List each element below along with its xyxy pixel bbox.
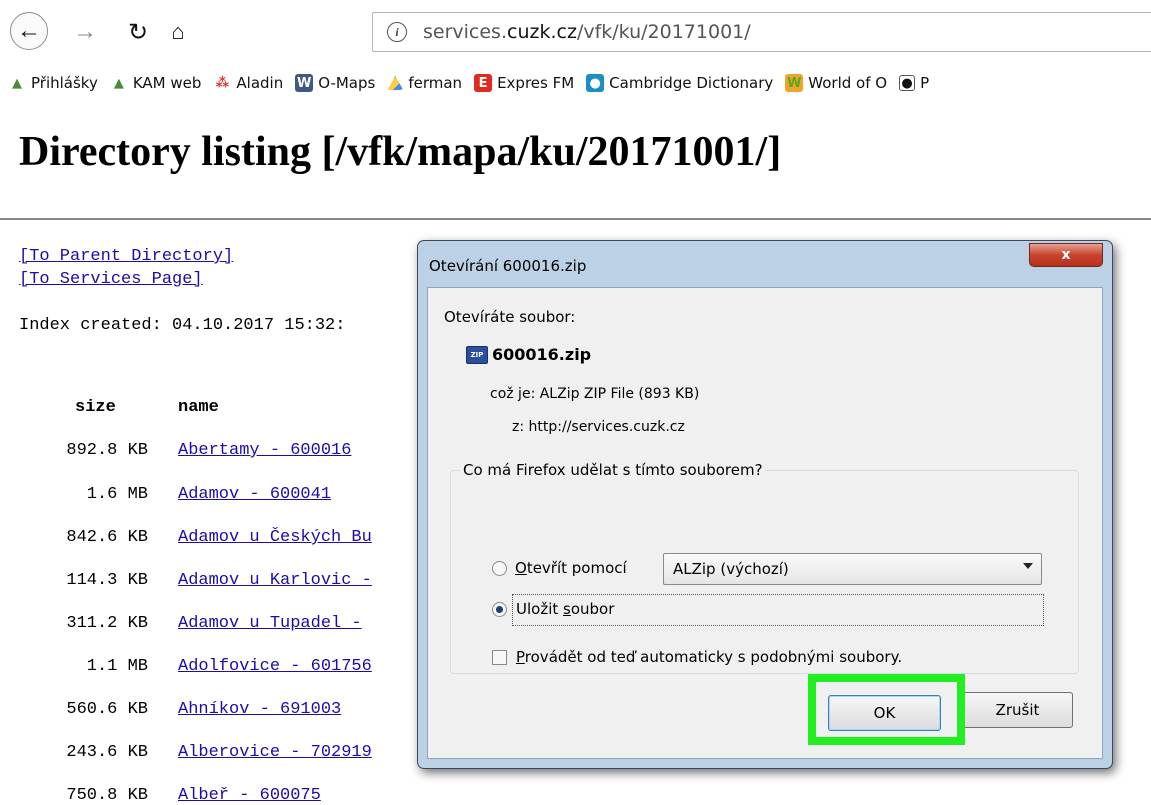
file-size: 842.6 KB <box>66 528 148 547</box>
info-icon[interactable]: i <box>387 22 407 42</box>
index-created-text: Index created: 04.10.2017 15:32: <box>19 316 346 335</box>
globe-icon: ● <box>899 75 916 91</box>
bookmark-ferman[interactable]: ferman <box>387 74 462 92</box>
file-link[interactable]: Abertamy - 600016 <box>178 441 351 460</box>
file-size: 311.2 KB <box>66 614 148 633</box>
bookmarks-bar: ▲ Přihlášky ▲ KAM web ⁂ Aladin W O-Maps ferm… <box>0 68 1151 98</box>
page-title: Directory listing [/vfk/mapa/ku/20171001… <box>19 129 782 175</box>
bookmark-prihlasky[interactable]: ▲ Přihlášky <box>8 74 98 92</box>
bookmark-p[interactable]: ● P <box>899 74 929 92</box>
url-text: services.cuzk.cz/vfk/ku/20171001/ <box>423 21 751 43</box>
expres-fm-icon: E <box>474 74 493 92</box>
zip-file-icon: ZIP <box>466 346 488 364</box>
back-arrow-icon[interactable]: ← <box>10 12 48 50</box>
file-size: 1.1 MB <box>86 657 148 676</box>
file-size: 560.6 KB <box>66 700 148 719</box>
auto-checkbox-label[interactable]: Provádět od teď automaticky s podobnými … <box>516 648 902 666</box>
file-link[interactable]: Alberovice - 702919 <box>178 743 372 762</box>
bookmark-world-of-o[interactable]: W World of O <box>785 74 887 92</box>
file-type: což je: ALZip ZIP File (893 KB) <box>490 386 700 402</box>
file-name: 600016.zip <box>492 345 592 364</box>
file-size: 750.8 KB <box>66 786 148 805</box>
aladin-icon: ⁂ <box>215 75 230 91</box>
dialog-body: Otevíráte soubor: ZIP 600016.zip což je:… <box>427 287 1103 759</box>
world-of-o-icon: W <box>785 74 804 92</box>
bookmark-aladin[interactable]: ⁂ Aladin <box>213 74 283 92</box>
divider <box>0 218 1151 220</box>
orienteering-icon: ▲ <box>12 75 22 91</box>
dialog-title: Otevírání 600016.zip <box>429 257 587 275</box>
cancel-button[interactable]: Zrušit <box>962 692 1073 728</box>
open-with-label[interactable]: Otevřít pomocí <box>515 559 627 577</box>
browser-toolbar: ← → ↻ ⌂ i services.cuzk.cz/vfk/ku/201710… <box>0 0 1151 60</box>
reload-icon[interactable]: ↻ <box>123 14 153 50</box>
chevron-down-icon <box>1023 563 1033 569</box>
size-column-header: size <box>75 398 116 417</box>
bookmark-cambridge[interactable]: ● Cambridge Dictionary <box>586 74 773 92</box>
file-source: z: http://services.cuzk.cz <box>512 419 685 435</box>
save-file-radio[interactable] <box>492 602 507 617</box>
file-link[interactable]: Ahníkov - 691003 <box>178 700 341 719</box>
bookmark-o-maps[interactable]: W O-Maps <box>295 74 375 92</box>
ok-highlight-box <box>808 674 965 745</box>
forward-arrow-icon[interactable]: → <box>70 14 100 50</box>
file-link[interactable]: Adamov u Karlovic - <box>178 571 372 590</box>
url-bar[interactable]: i services.cuzk.cz/vfk/ku/20171001/ <box>372 12 1151 52</box>
open-with-radio[interactable] <box>492 561 507 576</box>
close-button[interactable]: x <box>1029 243 1103 267</box>
auto-checkbox[interactable] <box>492 650 507 665</box>
services-page-link[interactable]: [To Services Page] <box>19 270 203 289</box>
action-group-legend: Co má Firefox udělat s tímto souborem? <box>460 461 766 479</box>
file-link[interactable]: Albeř - 600075 <box>178 786 321 805</box>
file-size: 114.3 KB <box>66 571 148 590</box>
open-with-select[interactable]: ALZip (výchozí) <box>663 553 1042 585</box>
download-dialog: Otevírání 600016.zip x Otevíráte soubor:… <box>417 240 1113 769</box>
home-icon[interactable]: ⌂ <box>163 14 193 50</box>
file-size: 243.6 KB <box>66 743 148 762</box>
save-file-label[interactable]: Uložit soubor <box>516 600 614 618</box>
bookmark-kam-web[interactable]: ▲ KAM web <box>110 74 202 92</box>
file-link[interactable]: Adolfovice - 601756 <box>178 657 372 676</box>
file-size: 1.6 MB <box>86 485 148 504</box>
google-drive-icon <box>387 76 404 90</box>
opening-label: Otevíráte soubor: <box>444 308 576 326</box>
cambridge-icon: ● <box>586 74 605 92</box>
wordpress-icon: W <box>295 74 314 92</box>
file-link[interactable]: Adamov u Českých Bu <box>178 528 372 547</box>
orienteering-icon: ▲ <box>113 75 124 91</box>
name-column-header: name <box>178 398 219 417</box>
parent-directory-link[interactable]: [To Parent Directory] <box>19 247 233 266</box>
file-size: 892.8 KB <box>66 441 148 460</box>
file-link[interactable]: Adamov - 600041 <box>178 485 331 504</box>
file-link[interactable]: Adamov u Tupadel - <box>178 614 362 633</box>
bookmark-expres-fm[interactable]: E Expres FM <box>474 74 574 92</box>
